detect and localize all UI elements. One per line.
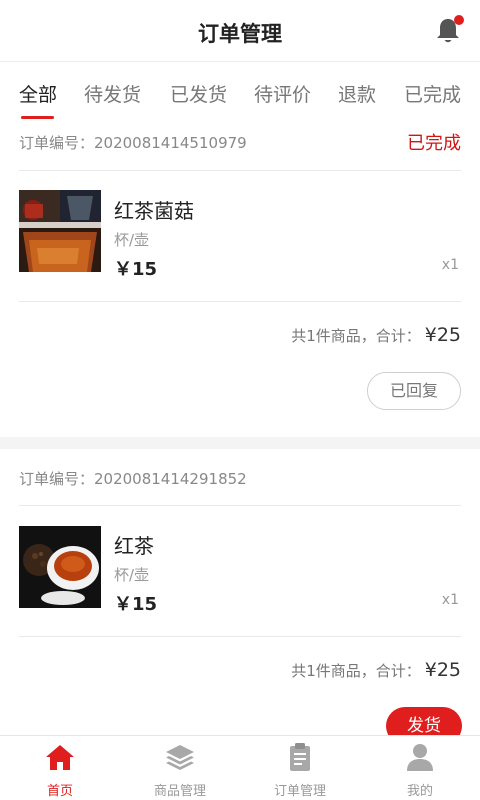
order-summary: 共1件商品，合计： ¥25 [291, 659, 461, 681]
tabbar-item-orders[interactable]: 订单管理 [240, 736, 360, 800]
tab-all[interactable]: 全部 [19, 80, 57, 107]
divider [19, 170, 461, 171]
tab-shipped[interactable]: 已发货 [170, 80, 227, 107]
product-quantity: x1 [441, 257, 459, 273]
tab-pending-review[interactable]: 待评价 [254, 80, 311, 107]
divider [19, 505, 461, 506]
tabbar-item-home[interactable]: 首页 [0, 736, 120, 800]
summary-text: 共1件商品，合计： [291, 662, 421, 680]
summary-text: 共1件商品，合计： [291, 327, 421, 345]
tabbar-item-products[interactable]: 商品管理 [120, 736, 240, 800]
product-image[interactable] [19, 526, 101, 608]
tab-completed[interactable]: 已完成 [404, 80, 461, 107]
layers-icon [166, 745, 194, 770]
product-image[interactable] [19, 190, 101, 272]
product-quantity: x1 [441, 592, 459, 608]
product-price: ￥15 [114, 259, 158, 280]
product-name: 红茶菌菇 [114, 199, 194, 223]
ship-button[interactable]: 发货 [386, 707, 462, 735]
card-separator [0, 437, 480, 449]
order-card[interactable]: 订单编号：2020081414510979 已完成 红茶菌菇 杯/壶 ￥15 x… [0, 122, 480, 437]
replied-button[interactable]: 已回复 [367, 372, 461, 410]
product-unit: 杯/壶 [114, 231, 150, 249]
tabbar-item-profile[interactable]: 我的 [360, 736, 480, 800]
page-title: 订单管理 [198, 22, 282, 46]
tabbar-label: 我的 [406, 784, 433, 799]
active-tab-indicator [21, 116, 54, 119]
tabbar-label: 首页 [46, 784, 73, 799]
clipboard-icon [290, 743, 310, 771]
notification-badge [454, 15, 464, 25]
product-unit: 杯/壶 [114, 566, 150, 584]
user-icon [407, 744, 433, 771]
order-total: ¥25 [424, 324, 461, 346]
order-total: ¥25 [424, 659, 461, 681]
divider [19, 636, 461, 637]
tabbar-label: 商品管理 [153, 784, 206, 799]
product-name: 红茶 [114, 534, 154, 558]
order-number: 订单编号：2020081414510979 [19, 134, 247, 152]
order-status-tabs: 全部 待发货 已发货 待评价 退款 已完成 [0, 62, 480, 122]
divider [19, 301, 461, 302]
bottom-tab-bar: 首页 商品管理 订单管理 我的 [0, 735, 480, 800]
tab-pending-shipment[interactable]: 待发货 [84, 80, 141, 107]
product-price: ￥15 [114, 594, 158, 615]
tab-refund[interactable]: 退款 [338, 80, 376, 107]
app-header: 订单管理 [0, 0, 480, 62]
order-number: 订单编号：2020081414291852 [19, 470, 247, 488]
order-summary: 共1件商品，合计： ¥25 [291, 324, 461, 346]
tabbar-label: 订单管理 [273, 784, 326, 799]
order-status: 已完成 [407, 133, 461, 154]
home-icon [46, 745, 74, 770]
order-card[interactable]: 订单编号：2020081414291852 红茶 杯/壶 ￥15 x1 共1件商… [0, 449, 480, 735]
